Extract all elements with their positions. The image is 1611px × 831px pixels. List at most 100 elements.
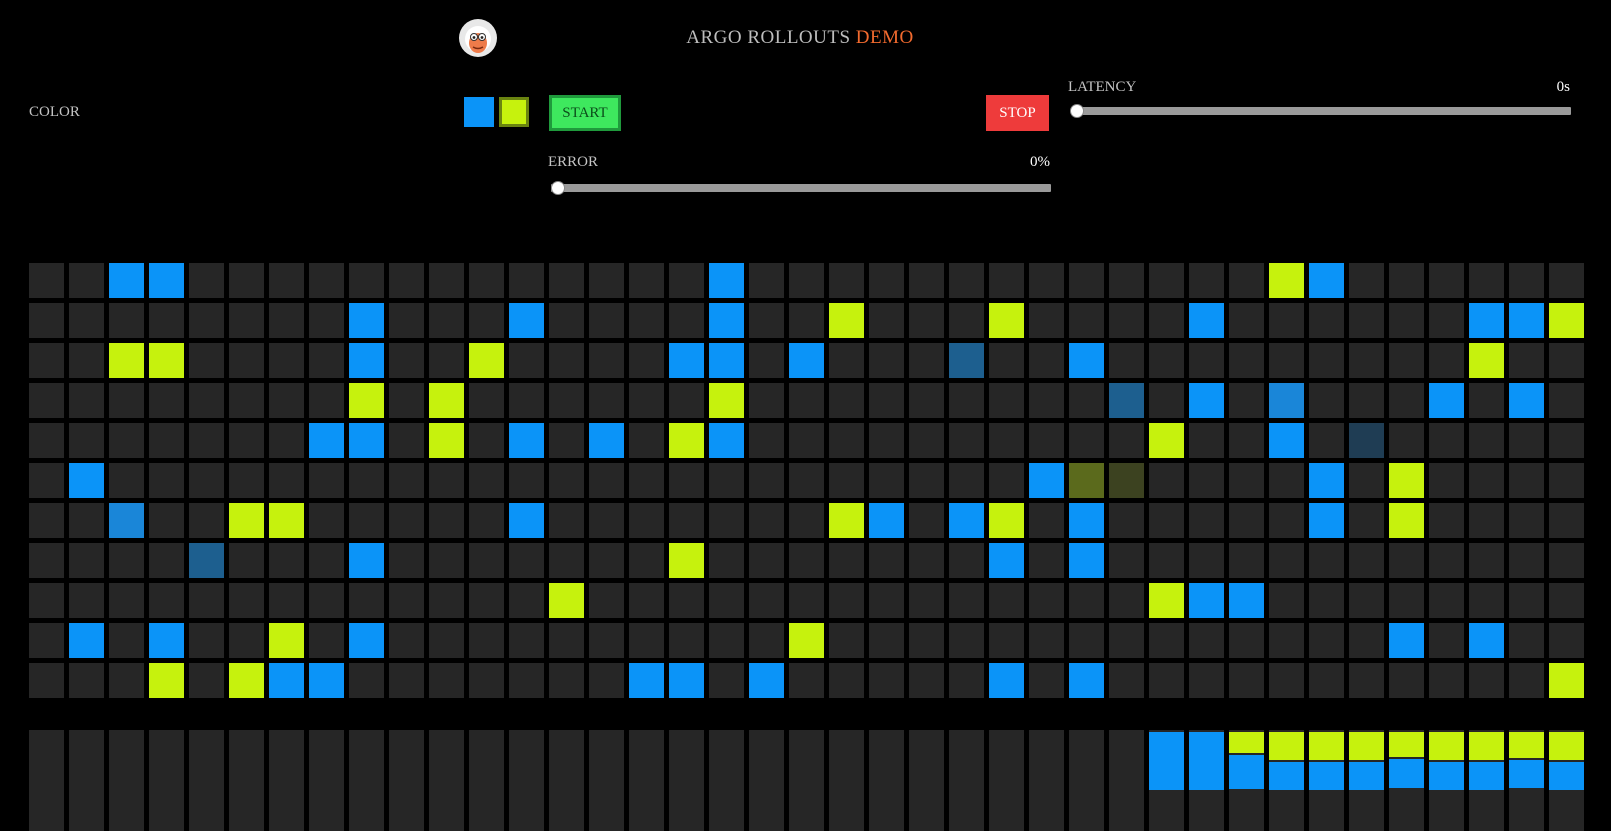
empty-cell [909, 503, 944, 538]
yellow-cell [149, 343, 184, 378]
blue-cell [309, 663, 344, 698]
yellow-cell [709, 383, 744, 418]
empty-cell [389, 343, 424, 378]
empty-cell [29, 583, 64, 618]
empty-cell [909, 663, 944, 698]
empty-cell [829, 463, 864, 498]
empty-cell [269, 583, 304, 618]
yellow-cell [989, 503, 1024, 538]
empty-cell [229, 463, 264, 498]
empty-cell [1309, 383, 1344, 418]
empty-cell [1349, 343, 1384, 378]
empty-cell [1149, 543, 1184, 578]
blue-cell [149, 263, 184, 298]
empty-cell [1149, 263, 1184, 298]
blue-cell [69, 463, 104, 498]
empty-cell [1109, 423, 1144, 458]
traffic-bar [749, 730, 784, 831]
empty-cell [1069, 263, 1104, 298]
empty-cell [29, 543, 64, 578]
empty-cell [949, 623, 984, 658]
empty-cell [309, 303, 344, 338]
empty-cell [749, 543, 784, 578]
empty-cell [1349, 503, 1384, 538]
empty-cell [629, 383, 664, 418]
error-slider-thumb[interactable] [551, 181, 565, 195]
empty-cell [1269, 303, 1304, 338]
empty-cell [229, 303, 264, 338]
yellow-cell [829, 503, 864, 538]
empty-cell [1029, 503, 1064, 538]
empty-cell [829, 623, 864, 658]
empty-cell [229, 623, 264, 658]
empty-cell [749, 303, 784, 338]
empty-cell [1109, 343, 1144, 378]
blue-cell [1189, 303, 1224, 338]
empty-cell [789, 663, 824, 698]
start-button[interactable]: START [549, 95, 621, 131]
traffic-bar [1269, 730, 1304, 831]
empty-cell [1269, 543, 1304, 578]
error-label: ERROR [548, 154, 599, 170]
yellow-cell [549, 583, 584, 618]
traffic-bar [149, 730, 184, 831]
empty-cell [1309, 303, 1344, 338]
blue-cell [509, 303, 544, 338]
empty-cell [1509, 623, 1544, 658]
stop-button[interactable]: STOP [986, 95, 1049, 131]
empty-cell [349, 503, 384, 538]
empty-cell [1509, 583, 1544, 618]
blue-cell [349, 423, 384, 458]
empty-cell [869, 383, 904, 418]
blue-cell [1429, 383, 1464, 418]
bar-segment-blue [1349, 762, 1384, 790]
empty-cell [1549, 343, 1584, 378]
traffic-bar [469, 730, 504, 831]
empty-cell [429, 543, 464, 578]
empty-cell [1349, 583, 1384, 618]
empty-cell [1389, 263, 1424, 298]
empty-cell [269, 543, 304, 578]
yellow-cell [429, 423, 464, 458]
empty-cell [469, 303, 504, 338]
blue-cell [989, 543, 1024, 578]
empty-cell [469, 543, 504, 578]
error-slider-track[interactable] [551, 184, 1051, 192]
empty-cell [869, 583, 904, 618]
yellow-cell [149, 663, 184, 698]
empty-cell [829, 343, 864, 378]
empty-cell [429, 263, 464, 298]
blue-cell [1189, 583, 1224, 618]
empty-cell [909, 543, 944, 578]
blue-cell [709, 343, 744, 378]
traffic-bar [1029, 730, 1064, 831]
color-swatch-yellow[interactable] [499, 97, 529, 127]
empty-cell [509, 663, 544, 698]
empty-cell [1189, 263, 1224, 298]
traffic-bar [309, 730, 344, 831]
empty-cell [989, 383, 1024, 418]
empty-cell [629, 423, 664, 458]
empty-cell [429, 663, 464, 698]
empty-cell [1429, 623, 1464, 658]
empty-cell [669, 583, 704, 618]
bar-segment-yellow [1469, 732, 1504, 760]
bar-segment-blue [1269, 762, 1304, 790]
empty-cell [1429, 663, 1464, 698]
traffic-grid [29, 263, 1589, 703]
latency-slider-track[interactable] [1071, 107, 1571, 115]
empty-cell [189, 583, 224, 618]
empty-cell [1309, 543, 1344, 578]
empty-cell [629, 503, 664, 538]
color-swatch-blue[interactable] [464, 97, 494, 127]
empty-cell [229, 583, 264, 618]
empty-cell [909, 463, 944, 498]
empty-cell [909, 583, 944, 618]
empty-cell [709, 623, 744, 658]
empty-cell [109, 383, 144, 418]
empty-cell [229, 343, 264, 378]
yellow-cell [1269, 263, 1304, 298]
empty-cell [589, 663, 624, 698]
blue-cell [1309, 463, 1344, 498]
latency-slider-thumb[interactable] [1070, 104, 1084, 118]
